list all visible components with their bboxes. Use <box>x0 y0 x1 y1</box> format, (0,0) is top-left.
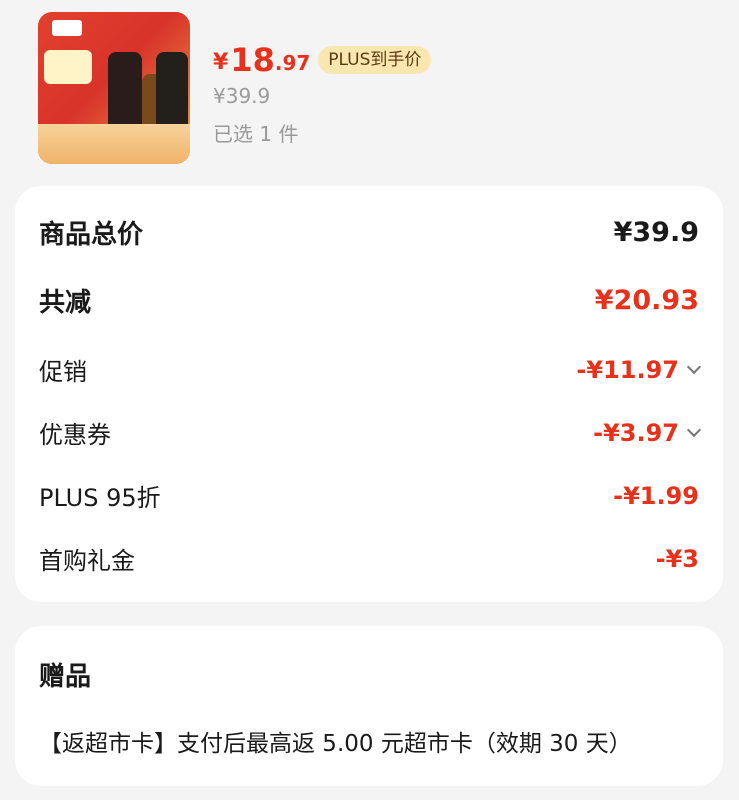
coupon-value: -¥3.97 <box>593 418 702 447</box>
plus-discount-row: PLUS 95折 -¥1.99 <box>39 478 699 513</box>
gift-card: 赠品 【返超市卡】支付后最高返 5.00 元超市卡（效期 30 天） <box>15 626 723 786</box>
coupon-amount: -¥3.97 <box>593 418 679 447</box>
discount-row: 共减 ¥20.93 <box>39 282 699 319</box>
selected-count: 已选 1 件 <box>213 122 299 146</box>
promo-label: 促销 <box>39 358 87 386</box>
brand-tag <box>52 20 82 36</box>
promo-amount: -¥11.97 <box>576 355 679 384</box>
gift-text: 【返超市卡】支付后最高返 5.00 元超市卡（效期 30 天） <box>39 731 632 757</box>
total-row: 商品总价 ¥39.9 <box>39 214 699 251</box>
plus-discount-value: -¥1.99 <box>613 481 699 510</box>
total-value: ¥39.9 <box>613 217 699 248</box>
plus-price-badge: PLUS到手价 <box>318 46 432 74</box>
coupon-label: 优惠券 <box>39 421 111 449</box>
chevron-down-icon[interactable] <box>686 359 702 374</box>
promo-sticker <box>44 50 92 84</box>
price-integer: 18 <box>230 41 275 79</box>
product-header: ¥ 18 .97 PLUS到手价 ¥39.9 已选 1 件 <box>0 0 739 186</box>
promo-value: -¥11.97 <box>576 355 702 384</box>
total-label: 商品总价 <box>39 220 144 250</box>
original-price: ¥39.9 <box>213 84 271 108</box>
promo-row[interactable]: 促销 -¥11.97 <box>39 352 702 387</box>
first-purchase-row: 首购礼金 -¥3 <box>39 541 699 576</box>
discount-value: ¥20.93 <box>594 285 699 316</box>
first-purchase-label: 首购礼金 <box>39 547 135 575</box>
image-floor <box>38 124 190 164</box>
discount-label: 共减 <box>39 288 92 318</box>
chevron-down-icon[interactable] <box>686 422 702 437</box>
product-bottles-image[interactable] <box>38 12 190 164</box>
plus-discount-label: PLUS 95折 <box>39 484 161 512</box>
price-symbol: ¥ <box>213 50 229 75</box>
price-decimal: .97 <box>274 51 311 75</box>
first-purchase-value: -¥3 <box>655 544 699 573</box>
gift-title: 赠品 <box>39 662 92 692</box>
price-summary-card: 商品总价 ¥39.9 共减 ¥20.93 促销 -¥11.97 优惠券 -¥3.… <box>15 186 723 602</box>
coupon-row[interactable]: 优惠券 -¥3.97 <box>39 415 702 450</box>
price-row: ¥ 18 .97 PLUS到手价 <box>213 38 432 79</box>
